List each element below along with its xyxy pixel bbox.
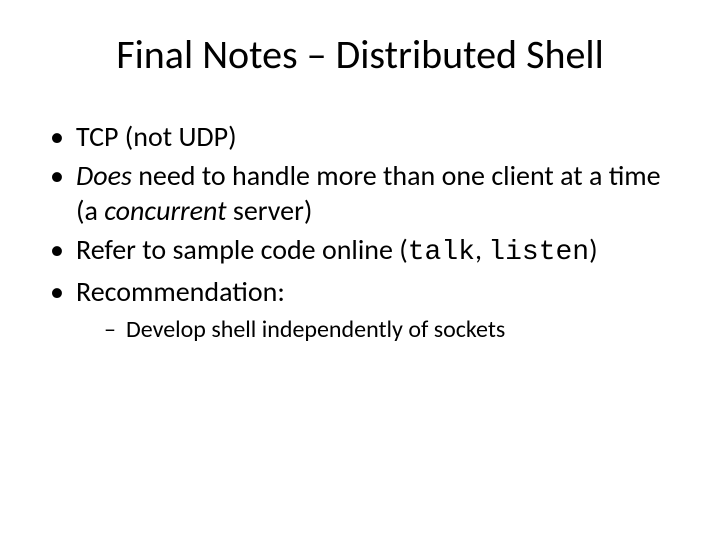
slide: Final Notes – Distributed Shell TCP (not…	[0, 0, 720, 540]
bullet-3-text-2: ,	[475, 232, 488, 267]
bullet-1: TCP (not UDP)	[50, 119, 680, 154]
bullet-3-code-2: listen	[488, 237, 589, 268]
sub-bullet-list: Develop shell independently of sockets	[76, 315, 680, 345]
bullet-3: Refer to sample code online (talk, liste…	[50, 232, 680, 270]
bullet-4-text: Recommendation:	[76, 274, 285, 309]
bullet-list: TCP (not UDP) Does need to handle more t…	[40, 119, 680, 345]
bullet-2-text-1: Does	[76, 158, 132, 193]
bullet-3-code-1: talk	[408, 237, 475, 268]
bullet-1-text: TCP (not UDP)	[76, 119, 237, 154]
sub-bullet-1-text: Develop shell independently of sockets	[126, 315, 505, 344]
bullet-4: Recommendation: Develop shell independen…	[50, 274, 680, 345]
bullet-2-text-4: server)	[227, 193, 313, 228]
sub-bullet-1: Develop shell independently of sockets	[104, 315, 680, 345]
slide-title: Final Notes – Distributed Shell	[40, 30, 680, 79]
bullet-2-text-3: concurrent	[104, 193, 226, 228]
bullet-2: Does need to handle more than one client…	[50, 158, 680, 228]
bullet-3-text-1: Refer to sample code online (	[76, 232, 408, 267]
bullet-3-text-3: )	[589, 232, 598, 267]
